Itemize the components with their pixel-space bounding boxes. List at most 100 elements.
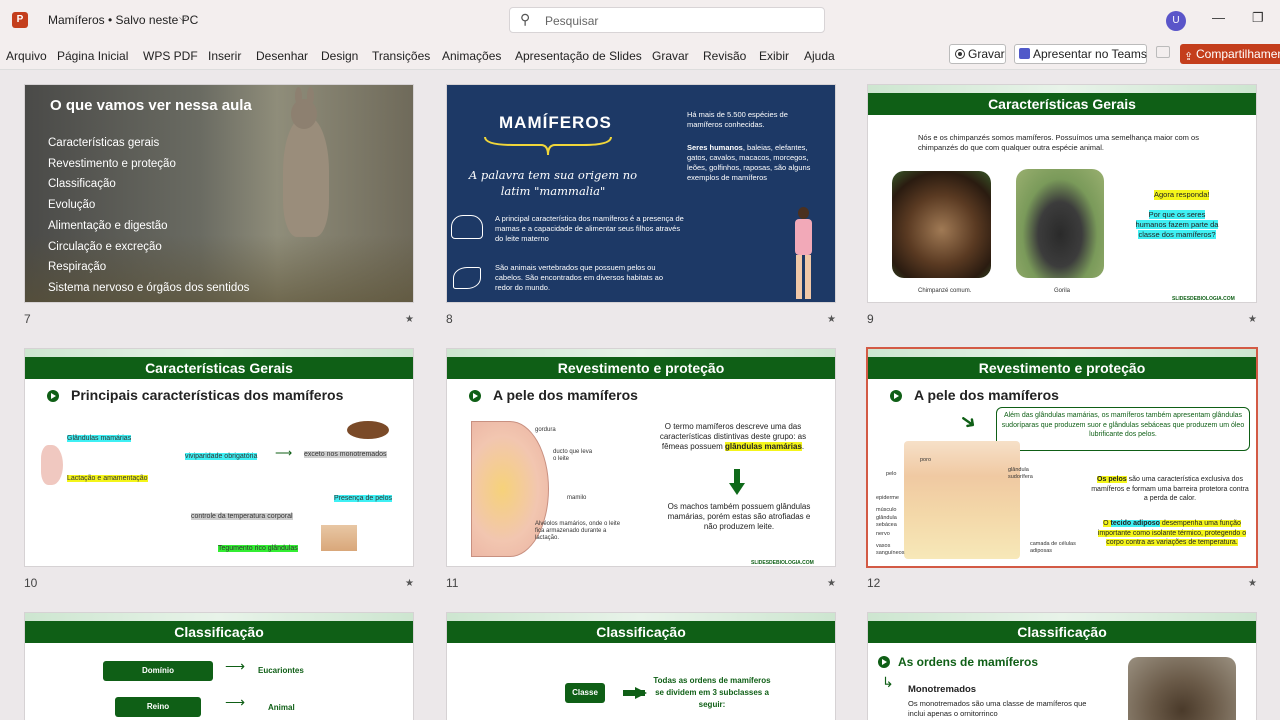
slide-header: Classificação [25, 621, 413, 643]
caption-chimpanzee: Chimpanzé comum. [918, 288, 972, 294]
tab-exibir[interactable]: Exibir [759, 49, 789, 63]
classification-box: Classe [565, 683, 605, 703]
slide-title: A pele dos mamíferos [493, 387, 638, 403]
classification-value: Eucariontes [258, 666, 304, 675]
label-vessels: vasos sanguíneos [876, 543, 905, 556]
skin-image [321, 525, 357, 551]
tab-animacoes[interactable]: Animações [442, 49, 501, 63]
tab-arquivo[interactable]: Arquivo [6, 49, 47, 63]
tab-ajuda[interactable]: Ajuda [804, 49, 835, 63]
tab-gravar[interactable]: Gravar [652, 49, 689, 63]
restore-icon[interactable]: ❐ [1252, 10, 1264, 26]
star-icon[interactable]: ★ [827, 578, 836, 589]
footer-site: SLIDESDEBIOLOGIA.COM [751, 560, 814, 566]
slide-thumbnail-15[interactable]: Classificação As ordens de mamíferos ↳ M… [867, 612, 1257, 720]
slide-title: As ordens de mamíferos [898, 655, 1039, 669]
slide-number: 12 [867, 576, 881, 590]
arrow-icon: ⟶ [275, 446, 293, 460]
slide-header: Revestimento e proteção [447, 357, 835, 379]
slide-number: 10 [24, 576, 38, 590]
paragraph-highlight: tecido adiposo [1110, 520, 1160, 527]
label-mammary: Glândulas mamárias [67, 435, 132, 442]
woman-illustration [789, 207, 819, 302]
tab-revisao[interactable]: Revisão [703, 49, 746, 63]
label-pelo: pelo [886, 471, 897, 477]
teams-icon [1019, 48, 1030, 59]
slide-thumbnail-10[interactable]: Características Gerais Principais caract… [24, 348, 414, 567]
label-hair: Presença de pelos [334, 495, 392, 502]
tab-design[interactable]: Design [321, 49, 358, 63]
list-item: Revestimento e proteção [48, 157, 176, 170]
slide-thumbnail-11[interactable]: Revestimento e proteção A pele dos mamíf… [446, 348, 836, 567]
caption-gorilla: Gorila [1054, 288, 1071, 294]
record-icon [955, 49, 965, 59]
slide-thumbnail-9[interactable]: Características Gerais Nós e os chimpanz… [867, 84, 1257, 303]
document-title[interactable]: Mamíferos • Salvo neste PC [48, 13, 198, 27]
arrow-right-icon [613, 687, 647, 699]
arrow-icon: ➜ [954, 408, 982, 436]
label-fat: gordura [535, 427, 556, 433]
question-title: Agora responda! [1154, 190, 1210, 200]
header-decoration [447, 613, 835, 621]
slide-subtitle: A palavra tem sua origem no latim "mamma… [468, 168, 638, 198]
header-decoration [25, 349, 413, 357]
paragraph-2: Os machos também possuem glândulas mamár… [667, 502, 811, 531]
list-item: Sistema nervoso e órgãos dos sentidos [48, 281, 250, 294]
slide-thumbnail-14[interactable]: Classificação Classe Todas as ordens de … [446, 612, 836, 720]
slide-header: Classificação [868, 621, 1256, 643]
record-label: Gravar [968, 47, 1005, 61]
label-exception: exceto nos monotremados [304, 451, 387, 458]
list-item: Classificação [48, 178, 116, 191]
tab-apresentacao[interactable]: Apresentação de Slides [515, 49, 642, 63]
tab-transicoes[interactable]: Transições [372, 49, 430, 63]
paragraph-highlight: glândulas mamárias [724, 442, 802, 451]
label-nipple: mamilo [567, 495, 587, 501]
question-text: Por que os seres humanos fazem parte da … [1134, 210, 1220, 240]
search-box[interactable]: ⚲ Pesquisar [509, 7, 825, 33]
breast-image [41, 445, 63, 485]
tab-pagina-inicial[interactable]: Página Inicial [57, 49, 128, 63]
label-tegument: Tegumento rico glândulas [218, 545, 298, 552]
star-icon[interactable]: ★ [1248, 314, 1257, 325]
slide-thumbnail-8[interactable]: MAMÍFEROS A palavra tem sua origem no la… [446, 84, 836, 303]
label-nervo: nervo [876, 531, 890, 537]
label-epiderme: epiderme [876, 495, 899, 501]
share-button[interactable]: ⇪Compartilhamento [1180, 44, 1280, 64]
star-icon[interactable]: ★ [405, 578, 414, 589]
label-alveoli: Alvéolos mamários, onde o leite fica arm… [535, 521, 621, 541]
label-temperature: controle da temperatura corporal [191, 513, 293, 520]
info-box: Além das glândulas mamárias, os mamífero… [996, 407, 1250, 451]
slide-thumbnail-7[interactable]: O que vamos ver nessa aula Característic… [24, 84, 414, 303]
comment-icon[interactable] [1156, 46, 1170, 58]
list-item: Circulação e excreção [48, 240, 162, 253]
header-decoration [447, 349, 835, 357]
search-icon: ⚲ [520, 11, 531, 27]
bullet-arrow-icon [878, 656, 890, 668]
chevron-down-icon[interactable]: ⌵ [179, 13, 187, 24]
tab-inserir[interactable]: Inserir [208, 49, 241, 63]
record-button[interactable]: Gravar [949, 44, 1006, 64]
classification-text: Todas as ordens de mamíferos se dividem … [653, 676, 771, 709]
tab-desenhar[interactable]: Desenhar [256, 49, 308, 63]
label-adipose-layer: camada de células adiposas [1030, 541, 1076, 554]
list-item: Evolução [48, 199, 96, 212]
star-icon[interactable]: ★ [1248, 578, 1257, 589]
tab-wps-pdf[interactable]: WPS PDF [143, 49, 198, 63]
star-icon[interactable]: ★ [827, 314, 836, 325]
minimize-icon[interactable]: — [1212, 10, 1225, 25]
present-teams-button[interactable]: Apresentar no Teams [1014, 44, 1147, 64]
bullet-arrow-icon [890, 390, 902, 402]
paragraph-adipose: O tecido adiposo desempenha uma função i… [1094, 519, 1250, 548]
text-examples: Seres humanos, baleias, elefantes, gatos… [687, 143, 822, 183]
bullet-arrow-icon [469, 390, 481, 402]
slide-thumbnail-12[interactable]: Revestimento e proteção A pele dos mamíf… [866, 347, 1258, 568]
slide-thumbnail-13[interactable]: Classificação Domínio ⟶ Eucariontes Rein… [24, 612, 414, 720]
arrow-icon: ⟶ [225, 694, 246, 710]
slide-title: Principais características dos mamíferos [71, 387, 344, 403]
text-species: Há mais de 5.500 espécies de mamíferos c… [687, 110, 788, 129]
header-decoration [868, 85, 1256, 93]
classification-value: Animal [268, 703, 295, 712]
label-musculo: músculo [876, 507, 897, 513]
avatar[interactable]: U [1166, 11, 1186, 31]
star-icon[interactable]: ★ [405, 314, 414, 325]
